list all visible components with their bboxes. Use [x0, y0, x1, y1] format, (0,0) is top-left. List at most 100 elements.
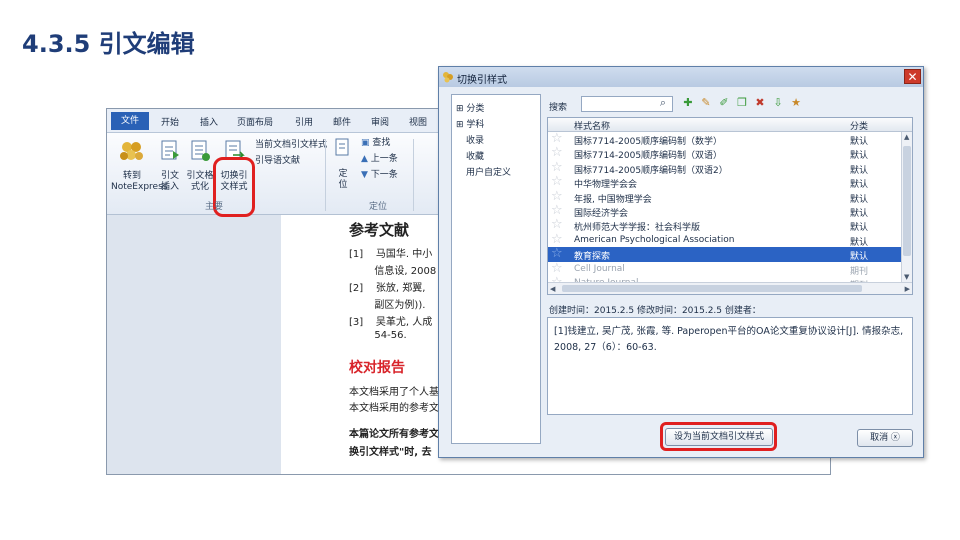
apply-button-highlight [660, 422, 777, 451]
scroll-thumb[interactable] [903, 146, 911, 256]
search-icon[interactable]: ⌕ [657, 97, 669, 109]
favorite-star-icon[interactable]: ☆ [551, 204, 563, 218]
dialog-title: 切换引样式 [457, 75, 507, 86]
tree-item-category[interactable]: ⊞ 分类 [456, 101, 484, 114]
tab-review[interactable]: 审阅 [371, 115, 389, 128]
app-icon [443, 72, 453, 83]
slide-title: 4.3.5 引文编辑 [22, 30, 195, 58]
favorite-star-icon[interactable]: ☆ [551, 247, 563, 261]
reference-line: 信息设, 2008 [349, 266, 437, 277]
tab-home[interactable]: 开始 [161, 115, 179, 128]
style-name: 国标7714-2005顺序编码制（双语2） [574, 165, 728, 176]
tree-item-label: 分类 [466, 104, 485, 114]
locate-label: 定 位 [338, 169, 348, 190]
prev-label: 上一条 [370, 154, 398, 164]
up-arrow-icon: ▲ [361, 154, 371, 164]
dialog-titlebar: 切换引样式 ✕ [439, 67, 923, 87]
tab-page-layout[interactable]: 页面布局 [237, 115, 273, 128]
find-item[interactable]: ▣ 查找 [361, 137, 390, 150]
add-style-icon[interactable]: ✚ [682, 97, 694, 109]
favorite-star-icon[interactable]: ☆ [551, 175, 563, 189]
goto-noteexpress-button[interactable]: 转到 NoteExpress [111, 139, 167, 193]
tab-view[interactable]: 视图 [409, 115, 427, 128]
reference-line: 54-56. [349, 330, 407, 341]
favorite-star-icon[interactable]: ☆ [551, 146, 563, 160]
style-type: 默认 [850, 223, 869, 234]
style-type: 默认 [850, 137, 869, 147]
style-list-row[interactable]: ☆ Cell Journal 期刊 [548, 261, 902, 277]
style-list-row[interactable]: ☆ 国标7714-2005顺序编码制（数学） 默认 [548, 132, 902, 148]
style-list-row[interactable]: ☆ 国标7714-2005顺序编码制（双语2） 默认 [548, 160, 902, 176]
style-type: 默认 [850, 165, 869, 176]
reference-line: 副区为例)). [349, 300, 426, 311]
favorite-star-icon[interactable]: ☆ [551, 261, 563, 276]
category-tree: ⊞ 分类 ⊞ 学科 收录 收藏 用户自定义 [451, 94, 541, 444]
style-name: 教育探索 [574, 252, 611, 263]
favorite-star-icon[interactable]: ☆ [551, 189, 563, 204]
tree-item-indexed[interactable]: 收录 [466, 133, 484, 146]
style-info: 创建时间：2015.2.5 修改时间：2015.2.5 创建者： [549, 306, 761, 316]
scroll-up-icon[interactable]: ▲ [904, 133, 909, 141]
style-list-row[interactable]: ☆ 教育探索 默认 [548, 247, 902, 263]
tree-item-user-defined[interactable]: 用户自定义 [466, 165, 511, 178]
favorite-star-icon[interactable]: ☆ [551, 232, 563, 247]
style-type: 默认 [850, 237, 869, 248]
tree-item-label: 收藏 [466, 152, 485, 162]
ribbon-separator [325, 139, 326, 211]
expand-icon: ⊞ [456, 120, 467, 130]
delete-style-icon[interactable]: ✖ [754, 97, 766, 109]
prev-item[interactable]: ▲ 上一条 [361, 153, 398, 166]
style-list-row[interactable]: ☆ 杭州师范大学学报：社会科学版 默认 [548, 218, 902, 234]
column-header-type[interactable]: 分类 [850, 119, 868, 132]
scroll-down-icon[interactable]: ▼ [904, 273, 909, 281]
tab-references[interactable]: 引用 [295, 115, 313, 128]
style-type: 默认 [850, 151, 869, 162]
next-label: 下一条 [370, 170, 398, 180]
close-button[interactable]: ✕ [904, 69, 921, 84]
tab-mailings[interactable]: 邮件 [333, 115, 351, 128]
reference-line: [2] 张放, 郑翼, [349, 283, 426, 294]
scroll-right-icon[interactable]: ▶ [905, 285, 910, 293]
tree-item-subject[interactable]: ⊞ 学科 [456, 117, 484, 130]
edit-style-icon[interactable]: ✐ [718, 97, 730, 109]
search-label: 搜索 [549, 103, 568, 113]
style-name: 国际经济学会 [574, 209, 629, 219]
favorite-style-icon[interactable]: ★ [790, 97, 802, 109]
favorite-star-icon[interactable]: ☆ [551, 218, 563, 232]
favorite-star-icon[interactable]: ☆ [551, 160, 563, 175]
tab-file[interactable]: 文件 [111, 112, 149, 130]
body-line: 本文档采用了个人基础 [349, 387, 449, 398]
tab-insert[interactable]: 插入 [200, 115, 218, 128]
vertical-scrollbar[interactable]: ▲ ▼ [901, 132, 912, 282]
find-label: 查找 [372, 138, 391, 148]
style-name: American Psychological Association [574, 234, 735, 245]
style-list-row[interactable]: ☆ 国标7714-2005顺序编码制（双语） 默认 [548, 146, 902, 162]
style-name: 杭州师范大学学报：社会科学版 [574, 223, 701, 234]
insert-cite-button[interactable]: 引文 插入 [155, 139, 185, 193]
column-header-name[interactable]: 样式名称 [574, 119, 610, 132]
cancel-button[interactable]: 取消 ⓧ [857, 429, 913, 447]
style-type: 默认 [850, 209, 869, 219]
group-label-locate: 定位 [369, 202, 388, 212]
lead-ref-item[interactable]: 引导语文献 [255, 155, 300, 168]
noteexpress-icon [120, 142, 143, 160]
new-style-icon[interactable]: ✎ [700, 97, 712, 109]
next-item[interactable]: ▼ 下一条 [361, 169, 398, 182]
group-label-main: 主要 [205, 202, 224, 212]
style-type: 期刊 [850, 266, 869, 277]
import-style-icon[interactable]: ⇩ [772, 97, 784, 109]
hscroll-thumb[interactable] [562, 285, 862, 292]
references-heading: 参考文献 [349, 221, 410, 239]
scroll-left-icon[interactable]: ◀ [550, 285, 555, 293]
favorite-star-icon[interactable]: ☆ [551, 132, 563, 146]
locate-button[interactable]: 定 位 [333, 137, 353, 191]
current-doc-style-item[interactable]: 当前文档引文样式 [255, 139, 327, 152]
format-cite-button[interactable]: 引文格 式化 [185, 139, 215, 193]
style-list-row[interactable]: ☆ 国际经济学会 默认 [548, 204, 902, 220]
style-list-row[interactable]: ☆ American Psychological Association 默认 [548, 232, 902, 248]
horizontal-scrollbar[interactable]: ◀ ▶ [548, 282, 912, 294]
tree-item-favorites[interactable]: 收藏 [466, 149, 484, 162]
style-list-row[interactable]: ☆ 中华物理学会会 默认 [548, 175, 902, 191]
style-list-row[interactable]: ☆ 年报, 中国物理学会 默认 [548, 189, 902, 205]
copy-style-icon[interactable]: ❐ [736, 97, 748, 109]
